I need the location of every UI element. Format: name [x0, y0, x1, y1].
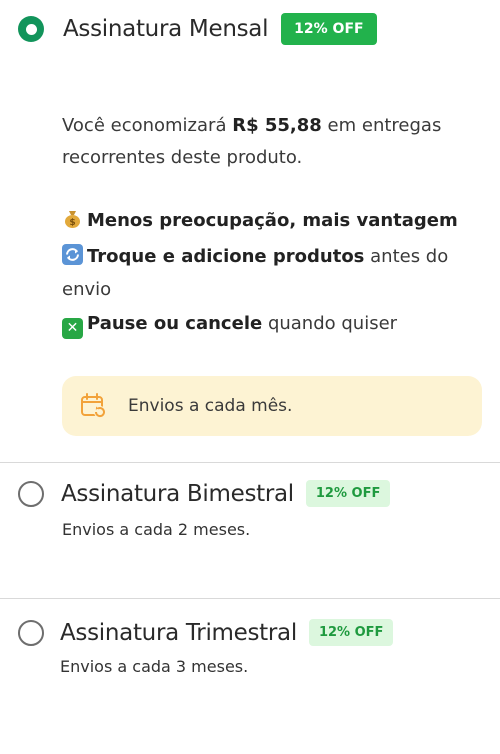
plan-quarterly-discount-badge: 12% OFF [308, 619, 394, 646]
plan-monthly-title: Assinatura Mensal [63, 16, 269, 42]
refresh-icon [62, 244, 83, 265]
plan-quarterly-description: Envios a cada 3 meses. [60, 657, 249, 676]
delivery-frequency-text: Envios a cada mês. [128, 396, 293, 416]
plan-monthly-savings-text: Você economizará R$ 55,88 em entregas re… [62, 115, 442, 168]
plan-bimonthly-header[interactable]: Assinatura Bimestral 12% OFF [18, 480, 391, 507]
benefit-item: Troque e adicione produtos antes do envi… [62, 244, 449, 300]
svg-text:$: $ [69, 218, 75, 228]
plan-quarterly-radio[interactable] [18, 619, 44, 646]
plan-bimonthly-title: Assinatura Bimestral [61, 480, 294, 507]
plan-monthly-radio[interactable] [18, 16, 44, 42]
plan-monthly-header[interactable]: Assinatura Mensal 12% OFF [18, 13, 377, 45]
plan-bimonthly-discount-badge: 12% OFF [305, 480, 391, 507]
divider [0, 462, 500, 463]
plan-bimonthly-radio[interactable] [18, 480, 44, 507]
plan-quarterly-title: Assinatura Trimestral [60, 619, 297, 646]
benefit-item: $ Menos preocupação, mais vantagem [62, 204, 482, 237]
plan-monthly-discount-badge: 12% OFF [281, 13, 377, 45]
plan-bimonthly-description: Envios a cada 2 meses. [62, 520, 251, 539]
divider [0, 598, 500, 599]
benefit-item: ✕ Pause ou cancele quando quiser [62, 307, 482, 340]
savings-amount: R$ 55,88 [232, 115, 322, 136]
calendar-repeat-icon [80, 392, 108, 420]
delivery-frequency-info: Envios a cada mês. [62, 376, 482, 436]
cross-icon: ✕ [62, 318, 83, 339]
money-bag-icon: $ [62, 208, 83, 229]
plan-quarterly-header[interactable]: Assinatura Trimestral 12% OFF [18, 619, 394, 646]
